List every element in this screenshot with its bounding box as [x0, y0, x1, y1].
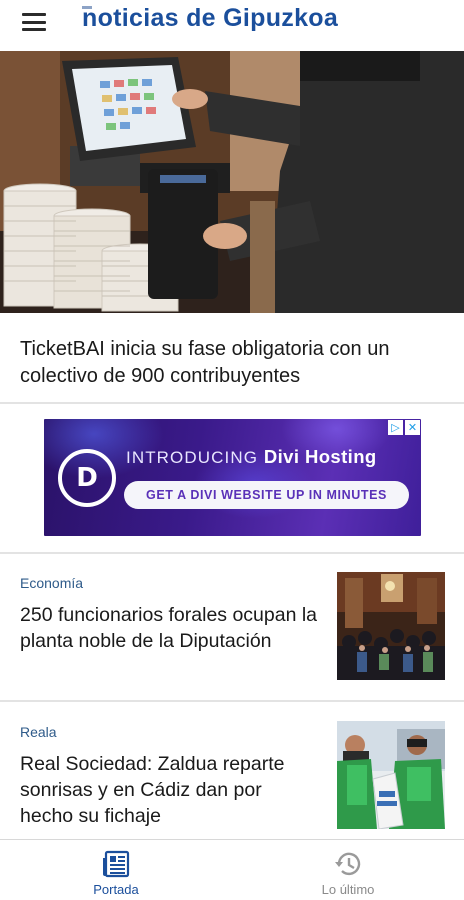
ad-choices-icon[interactable]: ▷ ✕ — [388, 420, 420, 435]
article-category[interactable]: Reala — [20, 724, 57, 740]
newspaper-icon[interactable] — [101, 849, 131, 879]
list-item[interactable]: Economía 250 funcionarios forales ocupan… — [0, 553, 464, 700]
hamburger-menu-icon[interactable] — [22, 12, 46, 32]
app-header: noticias de Gipuzkoa — [0, 0, 464, 50]
divi-logo-icon: D — [58, 449, 116, 507]
article-thumbnail[interactable] — [337, 721, 445, 829]
ad-cta-button[interactable]: GET A DIVI WEBSITE UP IN MINUTES — [124, 481, 409, 509]
ad-headline-brand: Divi Hosting — [263, 446, 377, 467]
hero-headline[interactable]: TicketBAI inicia su fase obligatoria con… — [20, 336, 440, 390]
ad-headline-prefix: INTRODUCING — [126, 448, 264, 467]
nav-label-portada: Portada — [93, 882, 139, 897]
list-item[interactable]: Reala Real Sociedad: Zaldua reparte sonr… — [0, 701, 464, 839]
ad-close-icon[interactable]: ✕ — [405, 420, 420, 435]
hero-image[interactable] — [0, 51, 464, 313]
bottom-navigation: Portada Lo último — [0, 839, 464, 900]
article-thumbnail[interactable] — [337, 572, 445, 680]
history-clock-icon[interactable] — [333, 849, 363, 879]
article-title[interactable]: 250 funcionarios forales ocupan la plant… — [20, 602, 320, 654]
article-category[interactable]: Economía — [20, 575, 83, 591]
nav-item-lo-ultimo[interactable]: Lo último — [232, 840, 464, 900]
ad-headline: INTRODUCING Divi Hosting — [126, 446, 377, 468]
divi-logo-letter: D — [76, 463, 98, 493]
section-divider — [0, 402, 464, 404]
article-title[interactable]: Real Sociedad: Zaldua reparte sonrisas y… — [20, 751, 320, 829]
ad-info-icon[interactable]: ▷ — [388, 420, 403, 435]
site-logo[interactable]: noticias de Gipuzkoa — [82, 4, 338, 33]
nav-label-lo-ultimo: Lo último — [321, 882, 375, 897]
advertisement-banner[interactable]: D INTRODUCING Divi Hosting GET A DIVI WE… — [44, 419, 421, 536]
nav-item-portada[interactable]: Portada — [0, 840, 232, 900]
